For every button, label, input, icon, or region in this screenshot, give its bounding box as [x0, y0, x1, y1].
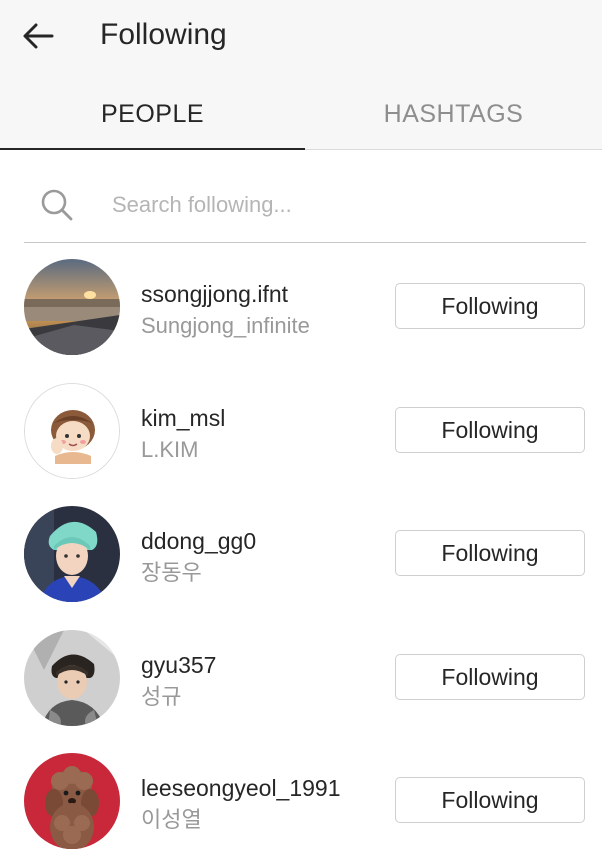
- list-item[interactable]: ddong_gg0 장동우 Following: [0, 506, 602, 616]
- active-tab-indicator: [0, 148, 305, 150]
- avatar[interactable]: [24, 753, 120, 849]
- avatar-image: [24, 259, 120, 355]
- following-button[interactable]: Following: [395, 654, 585, 700]
- back-button[interactable]: [18, 16, 58, 56]
- full-name: L.KIM: [141, 437, 199, 462]
- avatar[interactable]: [24, 383, 120, 479]
- search-bar: [24, 168, 586, 243]
- username[interactable]: kim_msl: [141, 403, 225, 433]
- username[interactable]: leeseongyeol_1991: [141, 773, 341, 803]
- avatar-image: [24, 753, 120, 849]
- page-title: Following: [100, 18, 227, 51]
- avatar-image: [24, 630, 120, 726]
- arrow-left-icon: [23, 23, 54, 49]
- list-item[interactable]: gyu357 성규 Following: [0, 630, 602, 740]
- following-button[interactable]: Following: [395, 530, 585, 576]
- search-input[interactable]: [112, 186, 552, 224]
- tab-hashtags[interactable]: HASHTAGS: [305, 92, 602, 148]
- list-item[interactable]: kim_msl L.KIM Following: [0, 383, 602, 493]
- full-name: 장동우: [141, 560, 202, 585]
- top-bar: Following PEOPLE HASHTAGS: [0, 0, 602, 150]
- tab-people[interactable]: PEOPLE: [0, 92, 305, 148]
- search-icon[interactable]: [40, 188, 74, 222]
- username[interactable]: ssongjjong.ifnt: [141, 279, 288, 309]
- list-item[interactable]: leeseongyeol_1991 이성열 Following: [0, 753, 602, 863]
- list-item[interactable]: ssongjjong.ifnt Sungjong_infinite Follow…: [0, 259, 602, 369]
- full-name: Sungjong_infinite: [141, 313, 310, 338]
- following-button[interactable]: Following: [395, 777, 585, 823]
- following-button[interactable]: Following: [395, 407, 585, 453]
- avatar[interactable]: [24, 506, 120, 602]
- username[interactable]: gyu357: [141, 650, 216, 680]
- full-name: 성규: [141, 684, 182, 709]
- username[interactable]: ddong_gg0: [141, 526, 256, 556]
- following-button[interactable]: Following: [395, 283, 585, 329]
- tab-divider: [305, 149, 602, 150]
- avatar-image: [25, 384, 119, 478]
- avatar-image: [24, 506, 120, 602]
- avatar[interactable]: [24, 259, 120, 355]
- avatar[interactable]: [24, 630, 120, 726]
- full-name: 이성열: [141, 807, 202, 832]
